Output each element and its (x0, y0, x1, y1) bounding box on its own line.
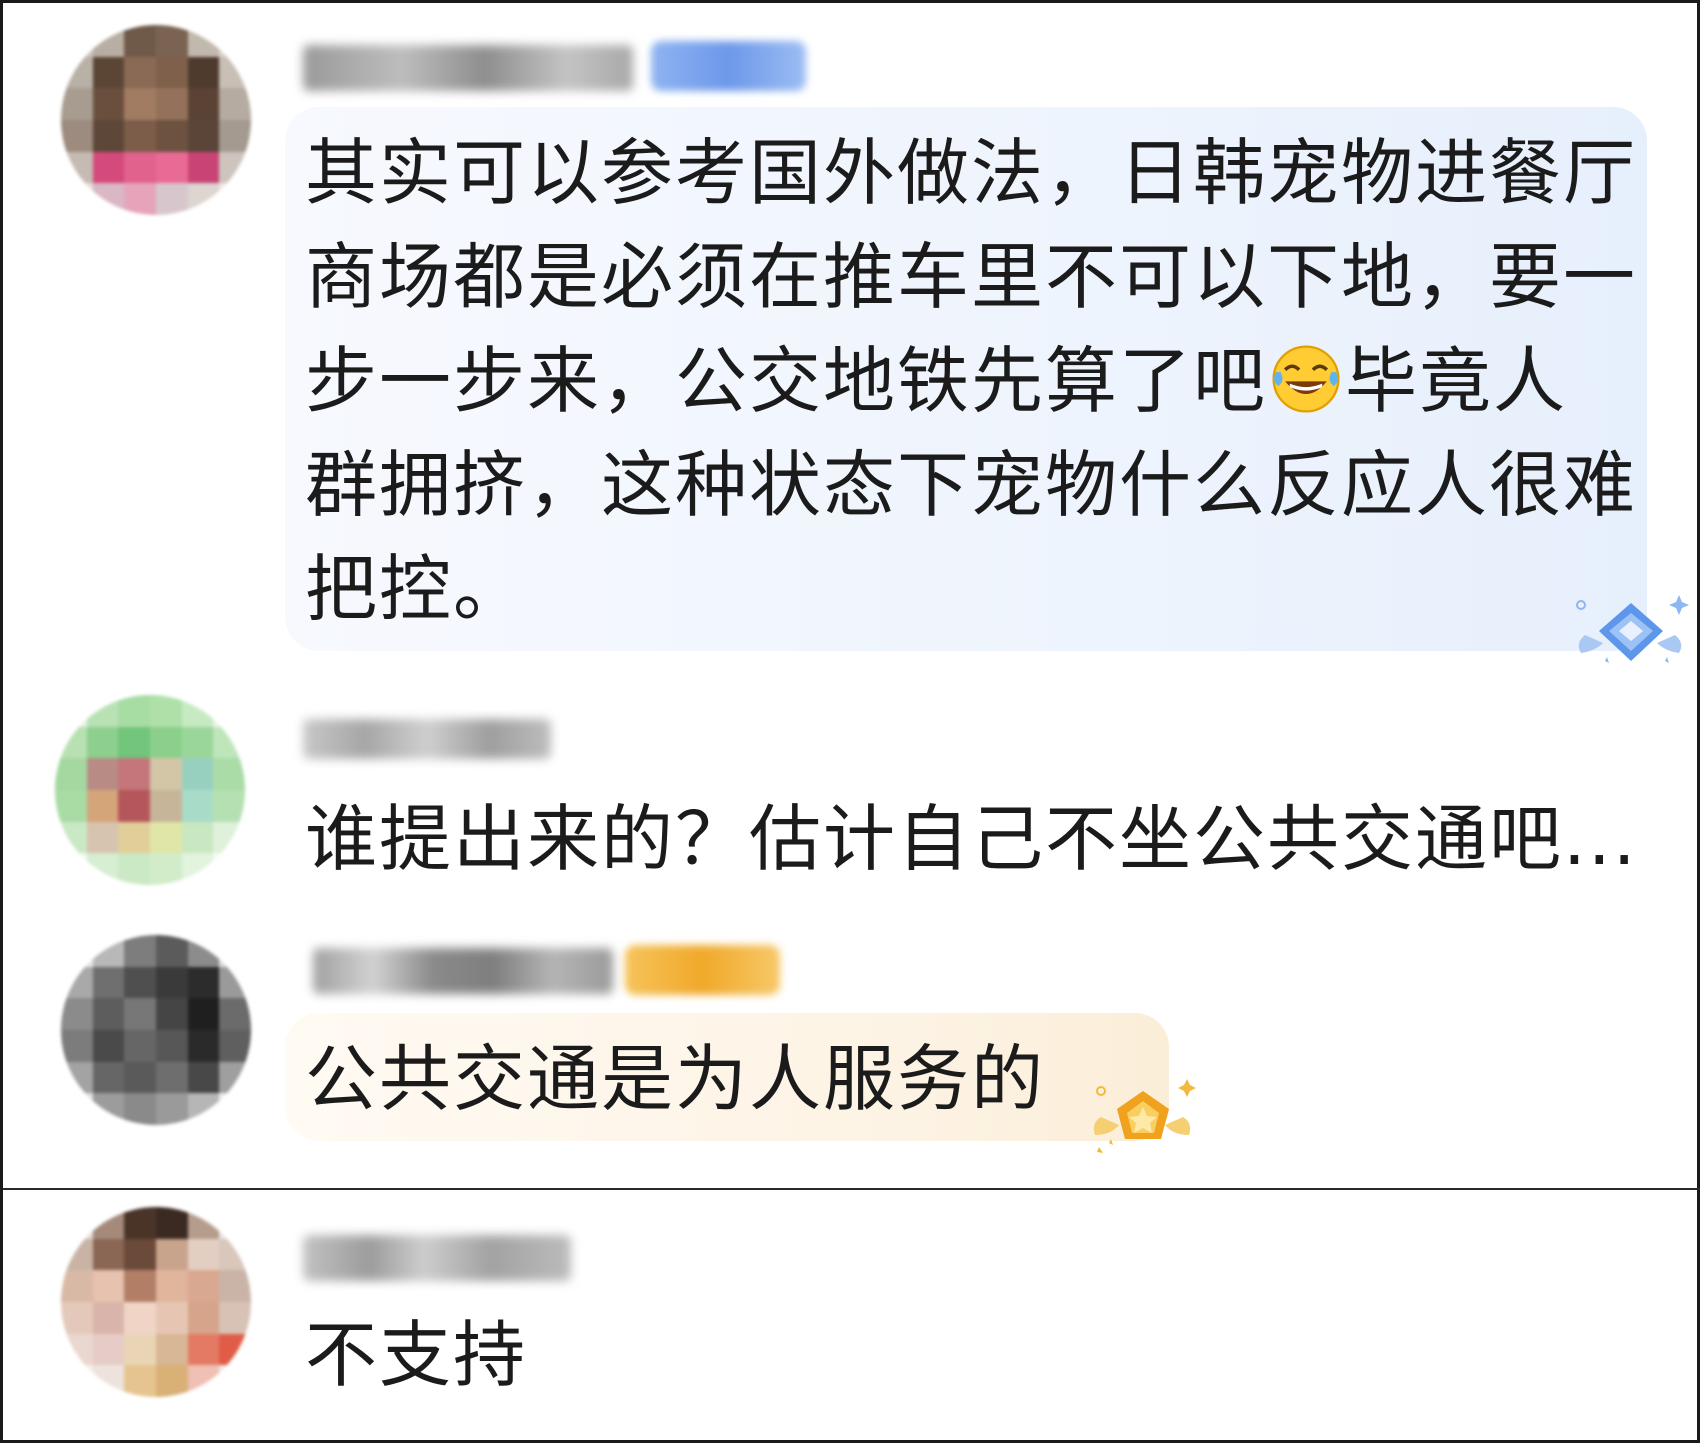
user-avatar[interactable] (61, 25, 251, 215)
user-level-badge (625, 945, 780, 995)
comment-screenshot-frame: 其实可以参考国外做法，日韩宠物进餐厅 商场都是必须在推车里不可以下地，要一 步一… (0, 0, 1700, 1443)
section-divider (3, 1188, 1700, 1190)
user-level-badge (651, 41, 806, 91)
user-avatar[interactable] (61, 1207, 251, 1397)
username-blurred[interactable] (303, 719, 551, 759)
username-blurred[interactable] (303, 1235, 571, 1281)
diamond-badge-icon (1576, 595, 1689, 663)
laughing-tears-emoji-icon (1272, 345, 1340, 413)
comment-text: 谁提出来的？估计自己不坐公共交通吧... (305, 797, 1638, 881)
comment-text: 公共交通是为人服务的 (305, 1037, 1046, 1121)
username-blurred[interactable] (313, 948, 613, 994)
user-avatar[interactable] (55, 695, 245, 885)
user-avatar[interactable] (61, 935, 251, 1125)
username-blurred[interactable] (303, 45, 633, 91)
gold-star-badge-icon (1093, 1079, 1196, 1153)
comment-text: 其实可以参考国外做法，日韩宠物进餐厅 商场都是必须在推车里不可以下地，要一 步一… (305, 131, 1638, 631)
comment-text: 不支持 (305, 1313, 528, 1397)
